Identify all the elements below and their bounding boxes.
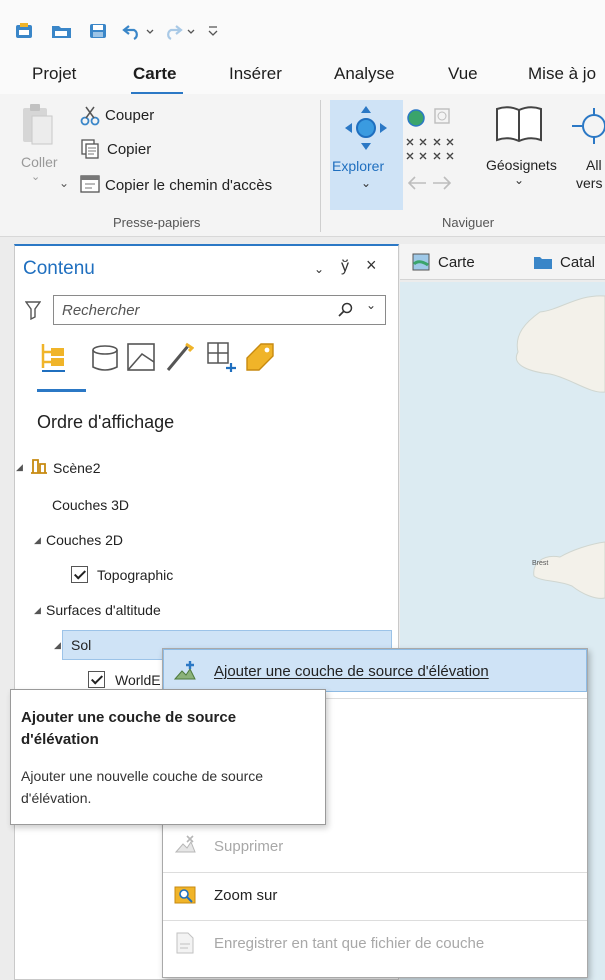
topographic-visibility-checkbox[interactable] — [71, 566, 88, 583]
context-menu-item-save-layer-file[interactable]: Enregistrer en tant que fichier de couch… — [214, 935, 484, 952]
copy-icon[interactable] — [79, 139, 101, 159]
clipboard-group-label: Presse-papiers — [113, 215, 201, 230]
full-extent-icon[interactable] — [406, 108, 426, 128]
list-by-drawing-order-icon[interactable] — [40, 342, 66, 374]
previous-next-extent-icon[interactable] — [406, 174, 454, 192]
redo-icon[interactable] — [162, 22, 184, 40]
go-to-xy-label-line1[interactable]: All — [586, 157, 602, 173]
explore-icon — [345, 106, 387, 150]
tab-projet[interactable]: Projet — [32, 64, 76, 84]
search-icon[interactable] — [338, 302, 354, 318]
close-icon[interactable]: × — [366, 255, 377, 276]
catalog-tab[interactable]: Catal — [560, 254, 595, 271]
quick-access-toolbar — [0, 0, 605, 52]
collapse-scene-caret[interactable]: ◢ — [16, 462, 23, 473]
zoom-to-selected-icon[interactable] — [432, 106, 454, 128]
collapse-ground-caret[interactable]: ◢ — [54, 640, 61, 651]
ribbon-tabs: Projet Carte Insérer Analyse Vue Mise à … — [0, 52, 605, 95]
search-input[interactable] — [62, 300, 322, 320]
elevation-surfaces-label[interactable]: Surfaces d'altitude — [46, 602, 161, 618]
paste-icon[interactable] — [20, 102, 56, 150]
context-menu-item-delete[interactable]: Supprimer — [214, 838, 283, 855]
explore-dropdown-icon: ⌄ — [361, 176, 372, 190]
fixed-zoom-icon[interactable] — [404, 136, 454, 166]
add-elevation-source-label: Ajouter une couche de source d'élévation — [214, 663, 489, 680]
tooltip-description: Ajouter une nouvelle couche de source d'… — [21, 768, 264, 806]
customize-toolbar-icon[interactable] — [206, 22, 220, 40]
filter-icon[interactable] — [25, 300, 41, 320]
bookmarks-dropdown-icon[interactable]: ⌄ — [514, 173, 524, 187]
map-view-tabs: Carte Catal — [400, 244, 605, 280]
paste-label[interactable]: Coller — [21, 154, 58, 170]
world-elevation-layer-name[interactable]: WorldE — [115, 672, 161, 688]
pane-options-icon[interactable]: ⌄ — [314, 262, 324, 276]
group-separator — [320, 100, 321, 232]
go-to-xy-icon[interactable] — [572, 106, 605, 146]
list-by-source-icon[interactable] — [90, 343, 120, 373]
tab-analyse[interactable]: Analyse — [334, 64, 394, 84]
world-elevation-checkbox[interactable] — [88, 671, 105, 688]
undo-dropdown-icon[interactable] — [145, 22, 155, 40]
go-to-xy-label-line2[interactable]: vers — [576, 175, 602, 191]
layers-2d-label[interactable]: Couches 2D — [46, 532, 123, 548]
tab-vue[interactable]: Vue — [448, 64, 478, 84]
catalog-tab-icon — [534, 257, 552, 269]
scene-icon — [31, 459, 47, 474]
add-elevation-source-icon — [173, 661, 196, 680]
redo-dropdown-icon[interactable] — [186, 22, 196, 40]
save-layer-file-icon — [176, 932, 194, 954]
undo-icon[interactable] — [121, 22, 143, 40]
save-project-icon[interactable] — [88, 22, 110, 40]
new-project-icon[interactable] — [14, 22, 36, 40]
list-by-selection-icon[interactable] — [126, 342, 156, 372]
active-view-indicator — [37, 389, 86, 392]
copy-path-dropdown-icon[interactable]: ⌄ — [59, 176, 69, 190]
map-tab[interactable]: Carte — [438, 254, 475, 271]
copy-path-label[interactable]: Copier le chemin d'accès — [105, 177, 272, 194]
collapse-elevation-caret[interactable]: ◢ — [34, 605, 41, 616]
tooltip: Ajouter une couche de source d'élévation… — [10, 689, 326, 825]
tab-inserer[interactable]: Insérer — [229, 64, 282, 84]
context-menu-item-zoom-to[interactable]: Zoom sur — [214, 887, 277, 904]
copy-label[interactable]: Copier — [107, 141, 151, 158]
zoom-to-icon — [174, 886, 196, 904]
scene-name[interactable]: Scène2 — [53, 460, 100, 476]
copy-path-icon[interactable] — [79, 174, 101, 194]
topographic-layer-name[interactable]: Topographic — [97, 567, 173, 583]
paste-dropdown-icon[interactable]: ⌄ — [31, 170, 40, 183]
list-by-labeling-icon[interactable] — [243, 340, 275, 374]
collapse-2d-caret[interactable]: ◢ — [34, 535, 41, 546]
open-project-icon[interactable] — [51, 22, 73, 40]
bookmarks-label[interactable]: Géosignets — [486, 157, 557, 173]
map-label-brest: Brest — [532, 560, 549, 567]
navigate-group-label: Naviguer — [442, 215, 495, 230]
map-tab-icon — [412, 253, 430, 271]
menu-separator — [163, 872, 587, 873]
pin-icon[interactable]: ў — [341, 258, 349, 276]
search-box: ⌄ — [53, 295, 386, 325]
search-dropdown-icon[interactable]: ⌄ — [366, 298, 376, 312]
list-by-snapping-icon[interactable] — [206, 341, 238, 373]
tooltip-title: Ajouter une couche de source d'élévation — [21, 709, 237, 748]
ribbon: Coller ⌄ Couper Copier ⌄ Copier le chemi… — [0, 94, 605, 237]
menu-separator — [163, 920, 587, 921]
display-order-heading: Ordre d'affichage — [37, 412, 175, 432]
layers-3d-label[interactable]: Couches 3D — [52, 497, 129, 513]
ground-label[interactable]: Sol — [71, 637, 91, 653]
explore-button[interactable]: Explorer ⌄ — [330, 100, 403, 210]
delete-icon — [174, 835, 196, 853]
explore-label: Explorer — [332, 158, 385, 174]
tab-mise-a-jour[interactable]: Mise à jo — [528, 64, 596, 84]
cut-icon[interactable] — [79, 106, 101, 126]
cut-label[interactable]: Couper — [105, 107, 154, 124]
tab-carte[interactable]: Carte — [133, 64, 176, 84]
bookmarks-icon[interactable] — [494, 104, 544, 144]
contents-pane-title: Contenu — [23, 258, 95, 279]
list-by-editing-icon[interactable] — [164, 340, 194, 374]
